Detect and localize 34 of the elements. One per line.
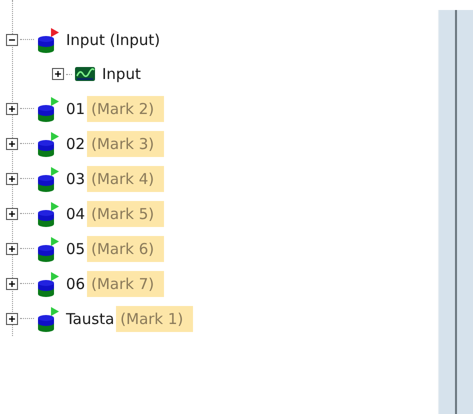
mark-note: (Mark 4) [87, 166, 164, 192]
tree-item-label[interactable]: 06 [66, 274, 86, 292]
tree-item-label[interactable]: 05 [66, 240, 86, 258]
tree-item-label[interactable]: 03 [66, 170, 86, 188]
tree-item-label[interactable]: Tausta [66, 310, 114, 328]
database-icon [38, 104, 54, 122]
expand-icon[interactable] [6, 312, 18, 324]
expand-icon[interactable] [6, 172, 18, 184]
waveform-icon [74, 66, 96, 82]
mark-note: (Mark 3) [87, 130, 164, 156]
tree-item-label[interactable]: Input [102, 65, 141, 83]
mark-note: (Mark 7) [87, 270, 164, 296]
expand-icon[interactable] [6, 278, 18, 290]
database-icon [38, 314, 54, 332]
collapse-icon[interactable] [6, 34, 18, 46]
mark-note: (Mark 2) [87, 96, 164, 122]
tree-item-label[interactable]: 01 [66, 100, 86, 118]
expand-icon[interactable] [6, 102, 18, 114]
database-icon [38, 140, 54, 156]
mark-note: (Mark 1) [116, 306, 194, 332]
tree-item-label[interactable]: 04 [66, 204, 86, 222]
expand-icon[interactable] [52, 68, 64, 80]
expand-icon[interactable] [6, 242, 18, 254]
mark-note: (Mark 5) [87, 200, 164, 226]
database-icon [38, 36, 54, 52]
database-icon [38, 174, 54, 192]
database-icon [38, 244, 54, 262]
mark-note: (Mark 6) [87, 236, 164, 262]
database-icon [38, 280, 54, 296]
expand-icon[interactable] [6, 208, 18, 220]
tree-item-label[interactable]: Input (Input) [66, 30, 160, 48]
database-icon [38, 210, 54, 226]
expand-icon[interactable] [6, 138, 18, 150]
tree-item-label[interactable]: 02 [66, 134, 86, 152]
